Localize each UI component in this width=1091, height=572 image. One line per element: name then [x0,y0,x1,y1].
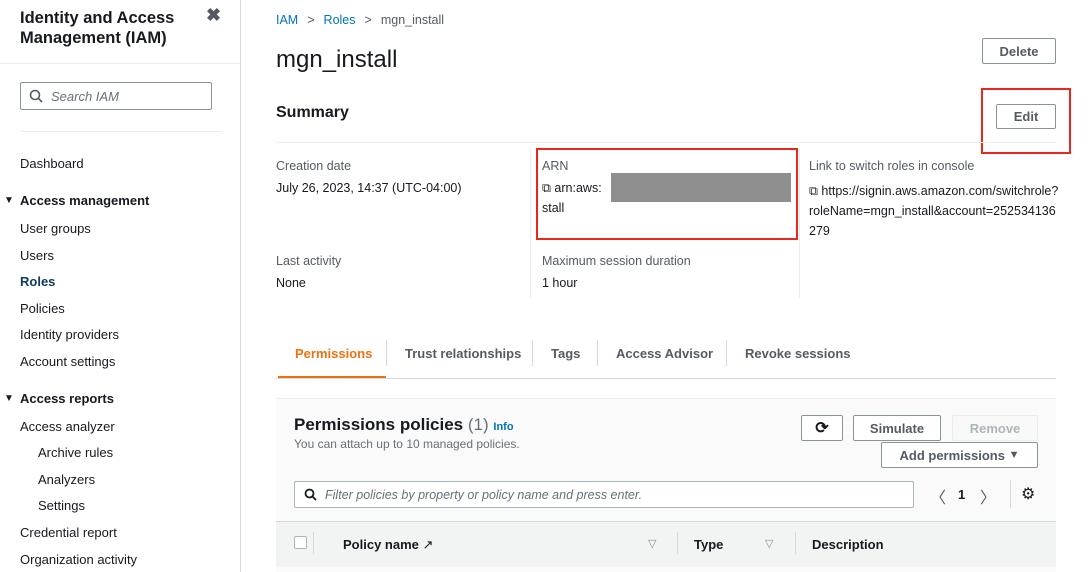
search-icon [29,89,43,103]
max-session-value: 1 hour [542,276,578,290]
creation-date-label: Creation date [276,159,352,173]
sidebar-item-analyzers[interactable]: Analyzers [38,472,95,487]
sidebar: Identity and Access Management (IAM) ✖ Se… [0,0,241,572]
sort-icon[interactable]: ▽ [648,537,656,550]
sidebar-item-settings[interactable]: Settings [38,498,85,513]
column-policy-name[interactable]: Policy name ↗ [343,537,433,553]
delete-button[interactable]: Delete [982,38,1056,64]
breadcrumb: IAM > Roles > mgn_install [276,13,445,27]
tab-tags[interactable]: Tags [551,346,580,361]
breadcrumb-roles[interactable]: Roles [324,13,356,27]
sidebar-section-access-reports[interactable]: Access reports [20,391,114,406]
prev-page-icon[interactable]: 〈 [930,484,946,508]
tab-access-advisor[interactable]: Access Advisor [616,346,713,361]
highlight-box [536,148,798,240]
column-description[interactable]: Description [812,537,884,552]
switch-link-value[interactable]: ⧉ https://signin.aws.amazon.com/switchro… [809,181,1059,241]
sidebar-item-account-settings[interactable]: Account settings [20,354,115,369]
sort-icon[interactable]: ▽ [765,537,773,550]
sidebar-item-dashboard[interactable]: Dashboard [20,156,84,171]
breadcrumb-current: mgn_install [380,13,445,27]
sidebar-item-credential-report[interactable]: Credential report [20,525,117,540]
caret-down-icon: ▼ [1008,449,1020,461]
page-title: mgn_install [276,46,398,73]
next-page-icon[interactable]: 〉 [980,484,996,508]
policies-heading: Permissions policies (1) Info [294,415,514,434]
sidebar-item-identity-providers[interactable]: Identity providers [20,327,119,342]
breadcrumb-iam[interactable]: IAM [276,13,298,27]
highlight-box [981,88,1071,154]
policies-subtext: You can attach up to 10 managed policies… [294,437,520,451]
page-number[interactable]: 1 [958,487,965,502]
remove-button[interactable]: Remove [952,415,1038,441]
refresh-button[interactable]: ⟳ [801,415,843,441]
tab-revoke-sessions[interactable]: Revoke sessions [745,346,851,361]
refresh-icon: ⟳ [815,420,829,437]
last-activity-value: None [276,276,306,290]
tab-trust-relationships[interactable]: Trust relationships [405,346,521,361]
sidebar-item-user-groups[interactable]: User groups [20,221,91,236]
sidebar-section-access-management[interactable]: Access management [20,193,149,208]
add-permissions-button[interactable]: Add permissions ▼ [881,442,1038,468]
search-icon [304,488,317,501]
sidebar-title: Identity and Access Management (IAM) [20,9,175,47]
close-icon[interactable]: ✖ [206,5,221,26]
search-input[interactable]: Search IAM [20,82,212,110]
external-link-icon: ↗ [422,537,434,552]
max-session-label: Maximum session duration [542,254,691,268]
filter-input[interactable]: Filter policies by property or policy na… [294,481,914,508]
sidebar-item-users[interactable]: Users [20,248,54,263]
info-link[interactable]: Info [493,421,513,433]
caret-down-icon[interactable]: ▼ [4,393,14,404]
sidebar-item-access-analyzer[interactable]: Access analyzer [20,419,115,434]
sidebar-item-policies[interactable]: Policies [20,301,65,316]
last-activity-label: Last activity [276,254,342,268]
column-type[interactable]: Type [694,537,723,552]
summary-heading: Summary [276,104,349,121]
select-all-checkbox[interactable] [294,536,307,549]
sidebar-item-roles[interactable]: Roles [20,274,55,289]
copy-icon[interactable]: ⧉ [809,184,818,198]
simulate-button[interactable]: Simulate [853,415,941,441]
sidebar-item-organization-activity[interactable]: Organization activity [20,552,137,567]
settings-gear-icon[interactable]: ⚙ [1021,484,1035,504]
caret-down-icon[interactable]: ▼ [4,195,14,206]
tab-permissions[interactable]: Permissions [295,346,372,361]
sidebar-item-archive-rules[interactable]: Archive rules [38,445,113,460]
switch-link-label: Link to switch roles in console [809,159,975,173]
creation-date-value: July 26, 2023, 14:37 (UTC-04:00) [276,181,462,195]
